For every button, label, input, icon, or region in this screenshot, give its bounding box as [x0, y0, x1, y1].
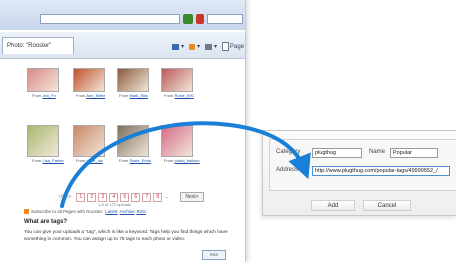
- curved-arrow-icon: [60, 121, 311, 208]
